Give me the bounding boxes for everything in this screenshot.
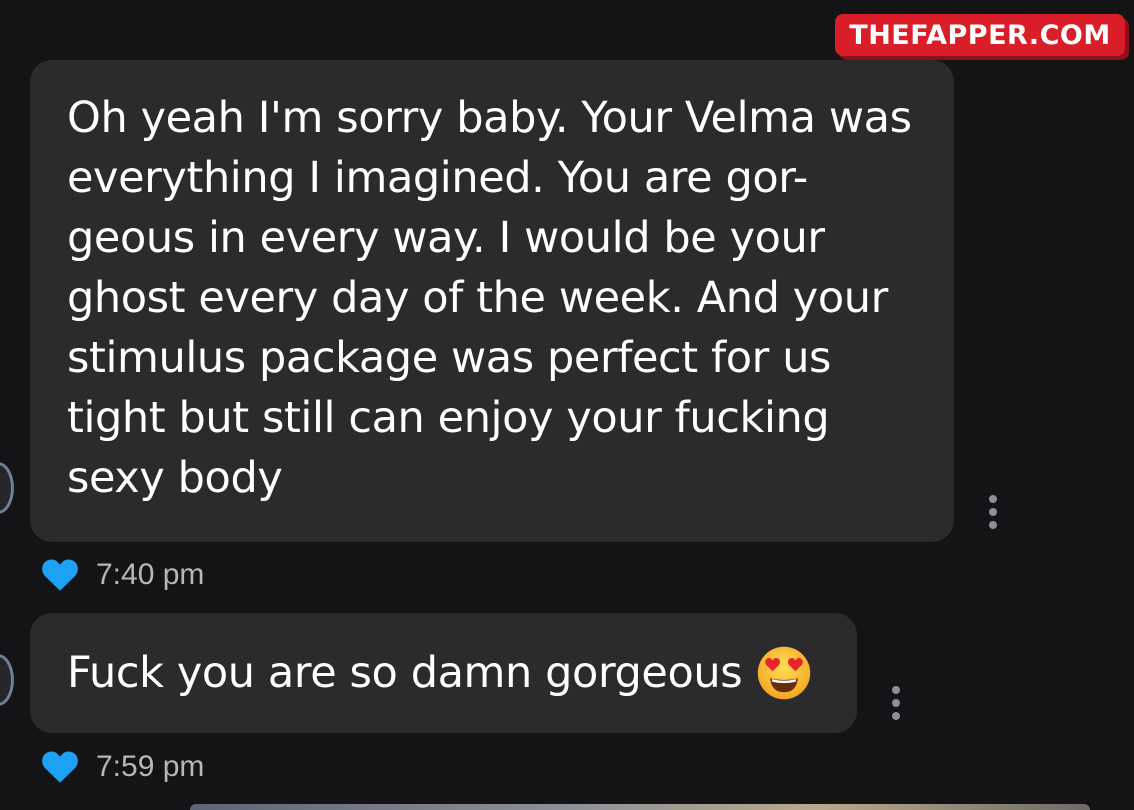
message-text: Oh yeah I'm sorry baby. Your Velma was e… [67,93,912,503]
message-timestamp: 7:59 pm [96,750,205,783]
watermark-text: THEFAPPER.COM [849,19,1111,51]
message-timestamp: 7:40 pm [96,558,205,591]
sender-avatar[interactable] [0,462,14,514]
heart-eyes-emoji-icon [757,646,811,700]
sender-avatar[interactable] [0,654,14,706]
heart-reaction-icon[interactable] [42,559,78,591]
watermark-logo: THEFAPPER.COM [835,14,1125,56]
message-bubble[interactable]: Oh yeah I'm sorry baby. Your Velma was e… [30,60,954,542]
status-bar-remnant [918,0,924,12]
message-meta: 7:59 pm [42,750,204,784]
message-meta: 7:40 pm [42,558,204,592]
next-media-preview[interactable] [190,804,1090,810]
message-bubble[interactable]: Fuck you are so damn gorgeous [30,613,857,733]
message-text: Fuck you are so damn gorgeous [67,648,743,698]
heart-reaction-icon[interactable] [42,751,78,783]
chat-screen: THEFAPPER.COM Oh yeah I'm sorry baby. Yo… [0,0,1134,810]
more-options-icon[interactable] [891,686,901,720]
more-options-icon[interactable] [988,495,998,529]
